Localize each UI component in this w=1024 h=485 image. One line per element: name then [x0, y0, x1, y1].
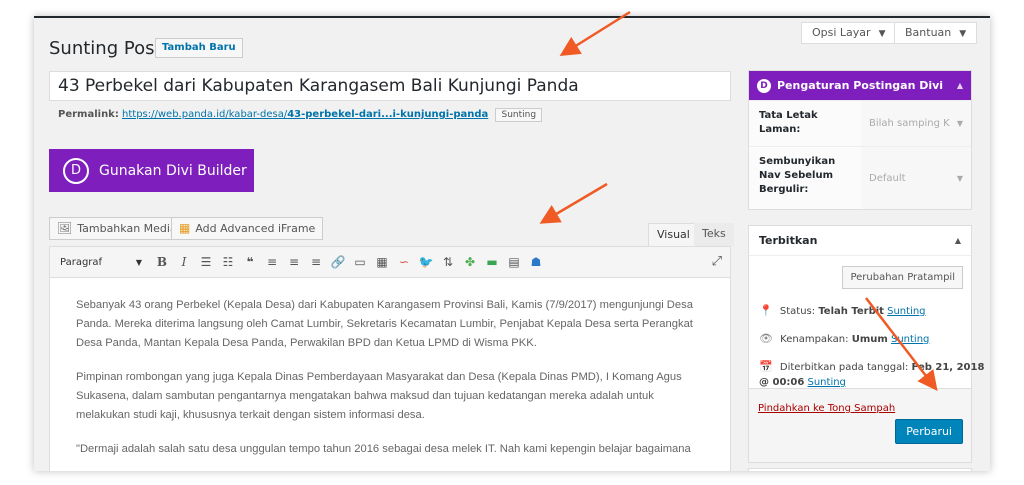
help-label: Bantuan	[905, 26, 952, 39]
separator-icon[interactable]: ▤	[503, 255, 525, 269]
editor-toolbar: Paragraf ▼ B I ☰ ☷ ❝ ≡ ≡ ≡ 🔗 ▭ ▦ ∽ 🐦 ⇅ ✤…	[50, 247, 730, 278]
calendar-icon: 📅	[759, 360, 773, 373]
update-button[interactable]: Perbarui	[895, 419, 963, 444]
divi-logo-icon: D	[63, 157, 89, 184]
status-row: 📍 Status: Telah Terbit Sunting	[759, 304, 926, 317]
hide-nav-value: Default	[869, 172, 906, 184]
admin-bar-edge	[34, 16, 990, 18]
permalink-edit-button[interactable]: Sunting	[495, 108, 543, 122]
visibility-row: 👁 Kenampakan: Umum Sunting	[759, 332, 929, 345]
preview-changes-button[interactable]: Perubahan Pratampil	[842, 266, 963, 289]
paragraph: "Dermaji adalah salah satu desa unggulan…	[76, 443, 691, 455]
paragraph: Pimpinan rombongan yang juga Kepala Dina…	[76, 371, 682, 421]
hide-nav-row: Sembunyikan Nav Sebelum Bergulir: Defaul…	[749, 146, 971, 209]
toolbar-toggle-icon[interactable]: ▦	[371, 255, 393, 269]
upload-icon[interactable]: ⇅	[437, 255, 459, 269]
post-editor: Paragraf ▼ B I ☰ ☷ ❝ ≡ ≡ ≡ 🔗 ▭ ▦ ∽ 🐦 ⇅ ✤…	[49, 246, 731, 471]
paragraph: Sebanyak 43 orang Perbekel (Kepala Desa)…	[76, 299, 693, 349]
iframe-icon: ▦	[179, 221, 191, 235]
help-button[interactable]: Bantuan ▼	[894, 22, 978, 44]
twitter-icon[interactable]: 🐦	[415, 255, 437, 269]
publish-actions: Pindahkan ke Tong Sampah Perbarui	[748, 388, 972, 463]
format-select-value: Paragraf	[60, 256, 103, 268]
italic-icon[interactable]: I	[173, 255, 195, 269]
editor-content[interactable]: Sebanyak 43 orang Perbekel (Kepala Desa)…	[50, 278, 730, 471]
eye-icon: 👁	[759, 332, 773, 345]
colorful-grid-icon[interactable]: ✤	[459, 255, 481, 269]
post-title-input[interactable]: 43 Perbekel dari Kabupaten Karangasem Ba…	[49, 71, 731, 101]
publish-header[interactable]: Terbitkan ▲	[749, 226, 971, 256]
person-icon[interactable]: ☗	[525, 255, 547, 269]
visibility-label: Kenampakan:	[780, 334, 849, 345]
collapse-icon[interactable]: ▲	[955, 236, 961, 245]
align-left-icon[interactable]: ≡	[261, 255, 283, 269]
divi-settings-box: D Pengaturan Postingan Divi ▲ Tata Letak…	[748, 70, 972, 210]
add-iframe-button[interactable]: ▦ Add Advanced iFrame	[171, 217, 324, 240]
add-media-label: Tambahkan Media	[77, 222, 177, 235]
divi-logo-icon: D	[757, 78, 771, 93]
bold-icon[interactable]: B	[151, 255, 173, 269]
permalink-row: Permalink: https://web.panda.id/kabar-de…	[58, 108, 543, 122]
hide-nav-label: Sembunyikan Nav Sebelum Bergulir:	[749, 147, 861, 209]
status-label: Status:	[779, 306, 816, 317]
visibility-edit-link[interactable]: Sunting	[891, 334, 929, 345]
permalink-label: Permalink:	[58, 109, 119, 120]
chevron-down-icon: ▼	[956, 173, 963, 183]
status-value: Telah Terbit	[818, 306, 884, 317]
page-layout-value: Bilah samping K	[869, 118, 950, 129]
fullscreen-icon[interactable]: ⤢	[712, 254, 722, 269]
collapse-icon[interactable]: ▲	[957, 81, 963, 90]
add-new-button[interactable]: Tambah Baru	[155, 38, 243, 58]
move-to-trash-link[interactable]: Pindahkan ke Tong Sampah	[758, 403, 895, 414]
align-center-icon[interactable]: ≡	[283, 255, 305, 269]
numbered-list-icon[interactable]: ☷	[217, 255, 239, 269]
format-select[interactable]: Paragraf ▼	[55, 252, 147, 272]
shortcode-icon[interactable]: ∽	[393, 255, 415, 269]
date-label: Diterbitkan pada tanggal:	[779, 362, 909, 373]
publish-date-row: 📅 Diterbitkan pada tanggal: Feb 21, 2018…	[759, 359, 984, 390]
screen-options-button[interactable]: Opsi Layar ▼	[801, 22, 897, 44]
add-iframe-label: Add Advanced iFrame	[195, 222, 316, 235]
chevron-down-icon: ▼	[878, 29, 886, 39]
screen-options-label: Opsi Layar	[812, 26, 871, 39]
page-layout-select[interactable]: Bilah samping K ▼	[861, 101, 971, 146]
divi-builder-label: Gunakan Divi Builder	[99, 162, 247, 179]
chevron-down-icon: ▼	[956, 119, 963, 128]
bullet-list-icon[interactable]: ☰	[195, 255, 217, 269]
status-edit-link[interactable]: Sunting	[887, 306, 925, 317]
wp-admin-frame: Opsi Layar ▼ Bantuan ▼ Sunting Pos Tambah …	[34, 16, 990, 471]
visibility-value: Umum	[851, 334, 888, 345]
tab-visual[interactable]: Visual	[648, 223, 699, 246]
chevron-down-icon: ▼	[135, 257, 142, 267]
align-right-icon[interactable]: ≡	[305, 255, 327, 269]
divi-builder-button[interactable]: D Gunakan Divi Builder	[49, 149, 254, 192]
hide-nav-select[interactable]: Default ▼	[861, 147, 971, 209]
read-more-icon[interactable]: ▭	[349, 255, 371, 269]
chevron-down-icon: ▼	[959, 29, 967, 39]
page-layout-row: Tata Letak Laman: Bilah samping K ▼	[749, 100, 971, 146]
date-value: Feb 21, 2018	[911, 362, 985, 373]
green-bar-icon[interactable]: ▬	[481, 255, 503, 269]
page-title: Sunting Pos	[49, 38, 155, 59]
pin-icon: 📍	[759, 304, 773, 317]
permalink-base: https://web.panda.id/kabar-desa/	[122, 109, 288, 120]
add-media-button[interactable]: 🖼 Tambahkan Media	[49, 217, 185, 240]
next-meta-box	[748, 468, 972, 471]
date-edit-link[interactable]: Sunting	[808, 377, 846, 388]
divi-settings-header[interactable]: D Pengaturan Postingan Divi ▲	[749, 71, 971, 100]
blockquote-icon[interactable]: ❝	[239, 255, 261, 269]
time-value: @ 00:06	[759, 377, 805, 388]
link-icon[interactable]: 🔗	[327, 255, 349, 269]
publish-title: Terbitkan	[759, 234, 818, 247]
divi-settings-title: Pengaturan Postingan Divi	[777, 79, 944, 92]
permalink-link[interactable]: https://web.panda.id/kabar-desa/43-perbe…	[122, 109, 488, 120]
tab-text[interactable]: Teks	[694, 223, 734, 246]
permalink-slug: 43-perbekel-dari...i-kunjungi-panda	[287, 109, 489, 120]
media-icon: 🖼	[57, 221, 73, 235]
page-layout-label: Tata Letak Laman:	[749, 101, 861, 146]
